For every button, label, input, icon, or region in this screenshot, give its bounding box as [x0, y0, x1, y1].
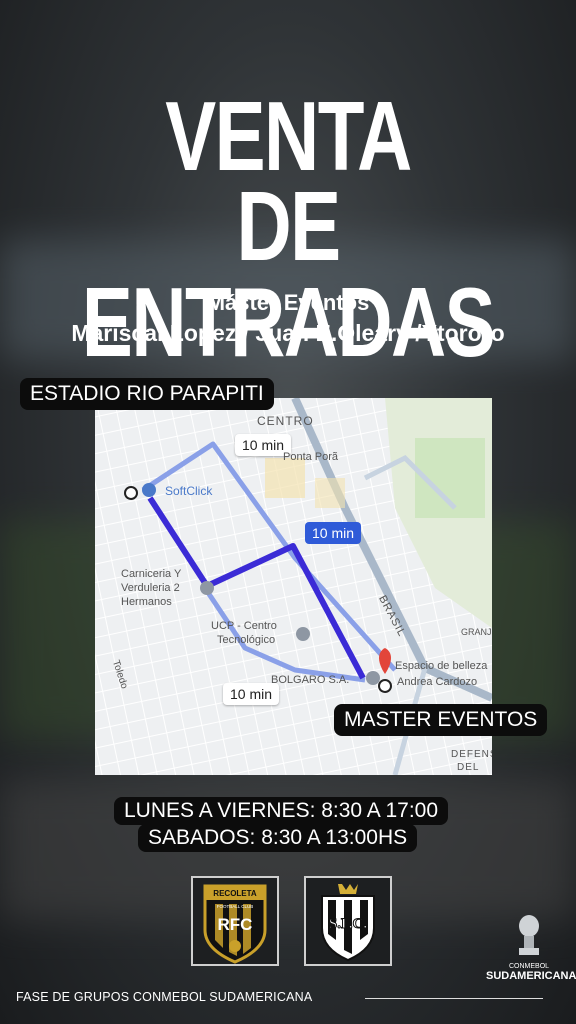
- recoleta-subtitle: FOOTBALL CLUB: [217, 904, 254, 909]
- subtitle-address: Mariscal Lopez / Juan E.Óleary /Ytororo: [71, 320, 505, 346]
- map-label-carniceria-3: Hermanos: [121, 596, 172, 608]
- destination-label: MASTER EVENTOS: [334, 704, 548, 736]
- recoleta-logo: RECOLETA FOOTBALL CLUB RFC: [191, 876, 279, 966]
- schedule-saturday: SABADOS: 8:30 A 13:00HS: [138, 824, 418, 852]
- ucp-pin: [296, 627, 310, 641]
- map-label-softclick: SoftClick: [165, 484, 213, 498]
- santos-crest-icon: S.F.C.: [321, 884, 375, 962]
- recoleta-crest-icon: RECOLETA FOOTBALL CLUB RFC: [203, 884, 267, 964]
- carniceria-pin: [200, 581, 214, 595]
- conmebol-sudamericana-logo: CONMEBOL SUDAMERICANA: [486, 912, 576, 982]
- recoleta-name: RECOLETA: [213, 889, 257, 898]
- map-label-defens: DEFENS: [451, 749, 492, 760]
- santos-logo: S.F.C.: [304, 876, 392, 966]
- schedule-weekdays: LUNES A VIERNES: 8:30 A 17:00: [114, 797, 449, 825]
- map-label-bolgaro: BOLGARO S.A.: [271, 674, 350, 686]
- map-label-centro: CENTRO: [257, 414, 314, 428]
- map-label-ucp-1: UCP - Centro: [211, 620, 277, 632]
- sudamericana-text: SUDAMERICANA: [486, 970, 576, 982]
- origin-label: ESTADIO RIO PARAPITI: [20, 378, 274, 410]
- map-label-granja: GRANJ: [461, 627, 492, 637]
- map-label-ucp-2: Tecnológico: [217, 634, 276, 646]
- destination-marker: [378, 679, 392, 693]
- softclick-pin: [142, 483, 156, 497]
- santos-initials: S.F.C.: [329, 916, 367, 932]
- map-block: [265, 458, 305, 498]
- map-label-espacio-1: Espacio de belleza: [395, 660, 488, 672]
- recoleta-initials: RFC: [218, 915, 253, 934]
- footer-text: FASE DE GRUPOS CONMEBOL SUDAMERICANA: [16, 990, 313, 1004]
- map-label-del-ch: DEL CH: [457, 762, 480, 773]
- title-line-1: VENTA: [165, 81, 412, 191]
- origin-marker: [124, 486, 138, 500]
- subtitle-venue: Máster Eventos: [206, 290, 370, 315]
- footer-divider: [365, 998, 543, 999]
- map-block: [315, 478, 345, 508]
- bolgaro-pin: [366, 671, 380, 685]
- map-label-espacio-2: Andrea Cardozo: [397, 676, 478, 688]
- trophy-icon: [519, 915, 539, 955]
- map-label-carniceria-1: Carniceria Y: [121, 568, 182, 580]
- route-time-main[interactable]: 10 min: [305, 522, 362, 544]
- conmebol-small-text: CONMEBOL: [508, 963, 550, 970]
- map-label-carniceria-2: Verduleria 2: [121, 582, 180, 594]
- map-label-ponta-pora: Ponta Porã: [283, 451, 339, 463]
